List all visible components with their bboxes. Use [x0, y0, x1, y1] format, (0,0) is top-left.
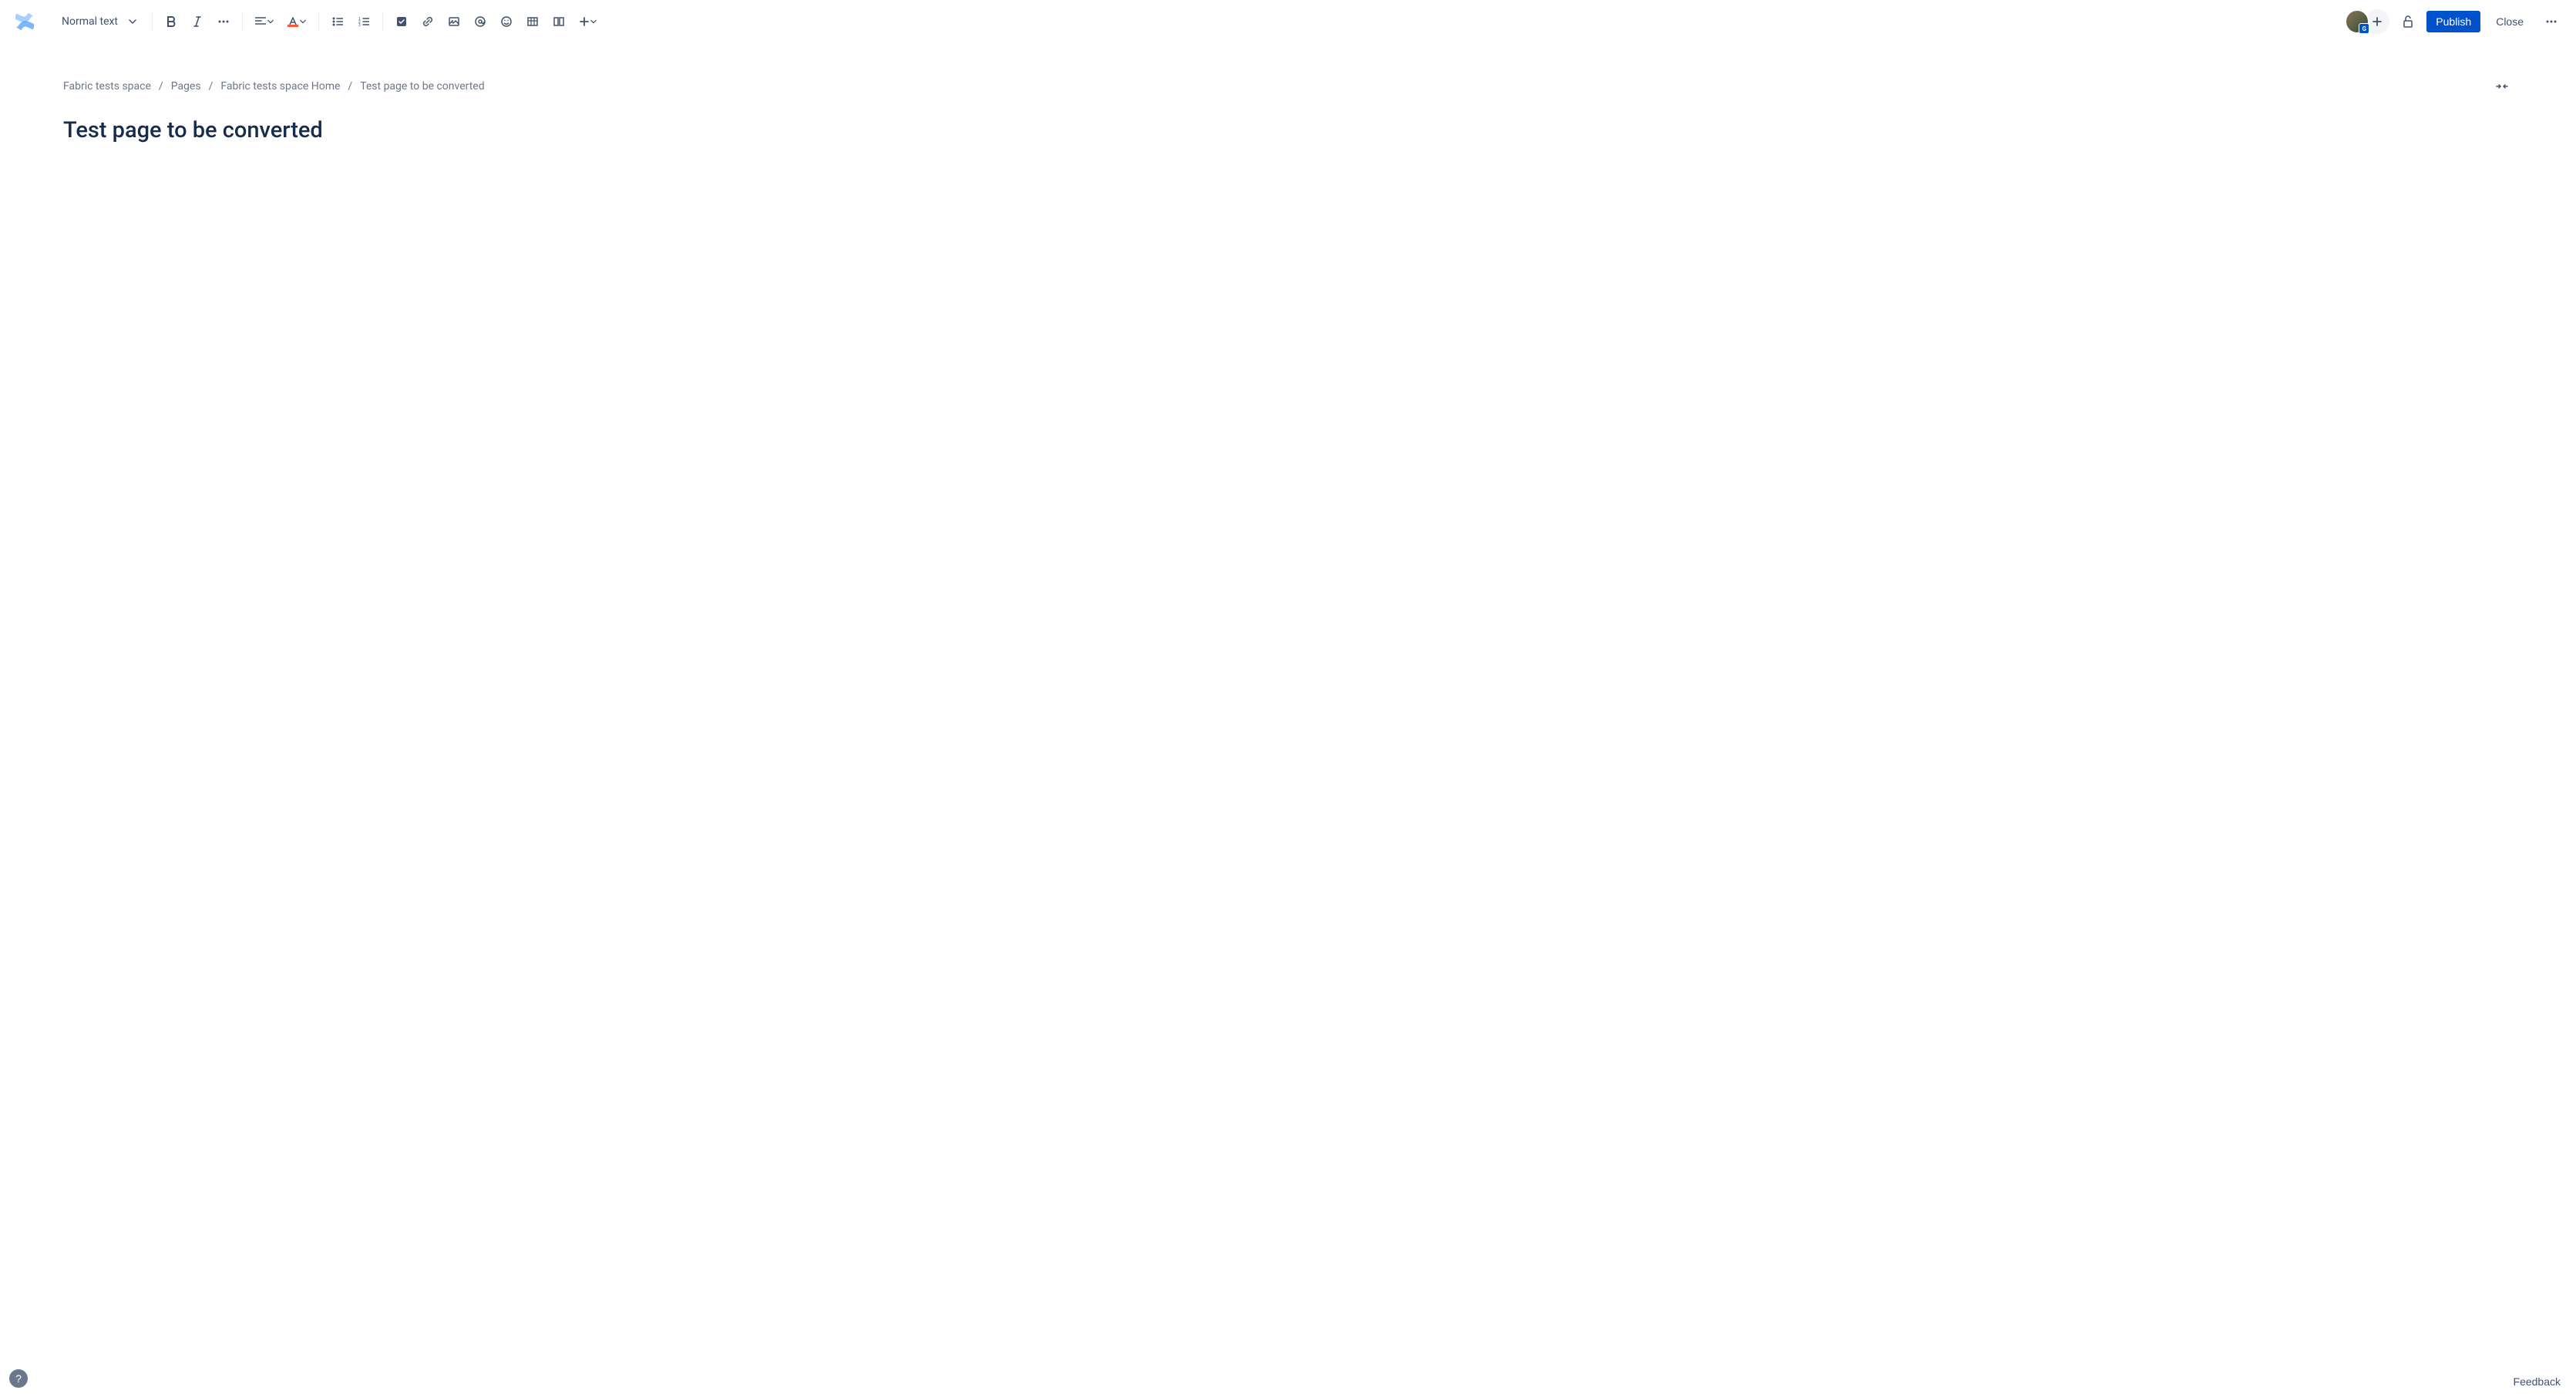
- italic-button[interactable]: [185, 9, 210, 34]
- more-actions-button[interactable]: [2539, 9, 2564, 34]
- text-color-icon: [288, 17, 298, 27]
- separator: [152, 12, 153, 31]
- action-item-button[interactable]: [389, 9, 414, 34]
- separator: [242, 12, 243, 31]
- bold-icon: [166, 16, 177, 27]
- checkbox-icon: [396, 16, 407, 27]
- image-button[interactable]: [442, 9, 466, 34]
- breadcrumb-separator: /: [209, 80, 214, 93]
- link-button[interactable]: [415, 9, 440, 34]
- bullet-list-icon: [332, 17, 343, 26]
- breadcrumb-separator: /: [348, 80, 352, 93]
- emoji-button[interactable]: [494, 9, 519, 34]
- mention-icon: [475, 16, 486, 27]
- more-horizontal-icon: [218, 20, 229, 23]
- numbered-list-icon: 1 2 3: [358, 17, 369, 26]
- editor-toolbar: Normal text: [0, 0, 2576, 43]
- chevron-down-icon: [300, 19, 306, 25]
- avatar-badge: G: [2359, 23, 2369, 34]
- breadcrumb-item[interactable]: Fabric tests space: [63, 80, 151, 93]
- italic-icon: [192, 16, 203, 27]
- alignment-button[interactable]: [249, 9, 280, 34]
- table-button[interactable]: [520, 9, 545, 34]
- align-left-icon: [255, 17, 266, 26]
- breadcrumb-row: Fabric tests space / Pages / Fabric test…: [0, 74, 2576, 99]
- chevron-down-icon: [129, 18, 136, 25]
- image-icon: [449, 16, 459, 27]
- mention-button[interactable]: [468, 9, 493, 34]
- plus-icon: [580, 17, 589, 26]
- separator: [382, 12, 383, 31]
- collapse-icon: [2496, 82, 2508, 91]
- breadcrumb-separator: /: [159, 80, 163, 93]
- breadcrumb: Fabric tests space / Pages / Fabric test…: [63, 80, 485, 93]
- link-icon: [422, 16, 433, 27]
- text-style-dropdown[interactable]: Normal text: [55, 11, 143, 32]
- emoji-icon: [501, 16, 512, 27]
- toolbar-left-group: Normal text: [43, 9, 604, 34]
- breadcrumb-item[interactable]: Pages: [171, 80, 201, 93]
- separator: [318, 12, 319, 31]
- publish-button[interactable]: Publish: [2426, 11, 2480, 32]
- layouts-button[interactable]: [546, 9, 571, 34]
- svg-text:3: 3: [358, 23, 361, 26]
- page-title[interactable]: Test page to be converted: [0, 99, 2576, 144]
- confluence-logo[interactable]: [15, 12, 34, 31]
- numbered-list-button[interactable]: 1 2 3: [351, 9, 376, 34]
- editor-body[interactable]: [0, 144, 2576, 453]
- unlock-icon: [2401, 15, 2415, 29]
- avatar-group: G: [2345, 9, 2389, 34]
- content-area: Fabric tests space / Pages / Fabric test…: [0, 43, 2576, 453]
- bold-button[interactable]: [159, 9, 183, 34]
- close-button[interactable]: Close: [2487, 11, 2533, 32]
- restrictions-button[interactable]: [2396, 9, 2420, 34]
- plus-icon: [2372, 16, 2383, 27]
- help-button[interactable]: ?: [9, 1369, 28, 1388]
- user-avatar[interactable]: G: [2345, 9, 2369, 34]
- confluence-icon: [15, 12, 34, 31]
- text-style-label: Normal text: [62, 15, 118, 28]
- more-horizontal-icon: [2546, 20, 2557, 23]
- insert-button[interactable]: [573, 9, 604, 34]
- layouts-icon: [553, 16, 564, 27]
- toolbar-right-group: G Publish Close: [2345, 9, 2570, 34]
- bullet-list-button[interactable]: [325, 9, 350, 34]
- text-color-button[interactable]: [281, 9, 312, 34]
- chevron-down-icon: [267, 19, 274, 25]
- feedback-button[interactable]: Feedback: [2514, 1375, 2561, 1388]
- more-formatting-button[interactable]: [211, 9, 236, 34]
- chevron-down-icon: [590, 19, 597, 25]
- breadcrumb-item[interactable]: Test page to be converted: [360, 80, 484, 93]
- collapse-width-button[interactable]: [2490, 74, 2514, 99]
- table-icon: [527, 16, 538, 27]
- breadcrumb-item[interactable]: Fabric tests space Home: [220, 80, 340, 93]
